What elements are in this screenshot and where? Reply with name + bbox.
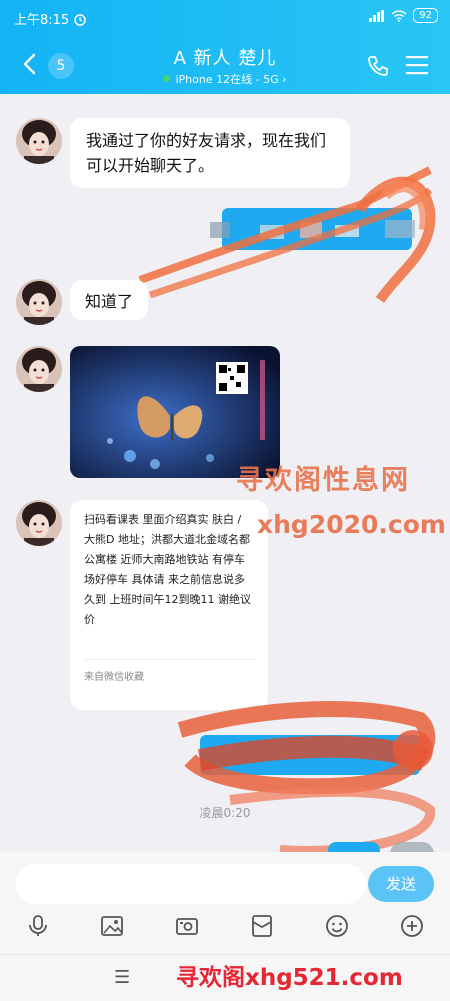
input-toolbar — [0, 914, 450, 954]
avatar[interactable] — [16, 346, 62, 392]
presence-chevron: › — [282, 73, 287, 86]
red-packet-icon[interactable] — [250, 914, 274, 938]
status-time: 上午8:15 — [14, 13, 70, 28]
message-bubble[interactable]: 知道了 — [70, 280, 149, 320]
message-timestamp: 凌晨0:20 — [199, 806, 251, 820]
input-bar: 发送 — [0, 852, 450, 914]
message-input[interactable] — [16, 864, 366, 904]
avatar[interactable] — [16, 118, 62, 164]
redacted-message-scribble — [138, 166, 436, 303]
watermark: xhg2020.com — [257, 510, 446, 539]
emoji-icon[interactable] — [325, 914, 349, 938]
card-body: 扫码看课表 里面介绍真实 肤白 / 大熊D 地址；洪都大道北金域名都公寓楼 近师… — [84, 513, 251, 626]
alarm-icon — [74, 13, 86, 26]
online-dot-icon — [163, 75, 171, 82]
watermark: 寻欢阁xhg521.com — [176, 965, 403, 991]
avatar[interactable] — [16, 500, 62, 546]
wifi-icon — [391, 9, 407, 22]
microphone-icon[interactable] — [26, 914, 50, 938]
battery-indicator: 92 — [413, 8, 438, 23]
avatar[interactable] — [16, 279, 62, 325]
image-icon[interactable] — [100, 914, 124, 938]
watermark: 寻欢阁性息网 — [236, 465, 410, 496]
menu-icon[interactable] — [406, 55, 428, 75]
card-source: 来自微信收藏 — [84, 659, 254, 688]
chat-header: 上午8:15 92 5 A 新人 楚儿 iPhone 12在线 - 5G › — [0, 0, 450, 94]
camera-icon[interactable] — [175, 914, 199, 938]
menu-icon[interactable]: ☰ — [114, 967, 130, 988]
signal-icon — [369, 9, 385, 22]
favorite-card-message[interactable]: 扫码看课表 里面介绍真实 肤白 / 大熊D 地址；洪都大道北金域名都公寓楼 近师… — [70, 500, 268, 710]
plus-circle-icon[interactable] — [400, 914, 424, 938]
status-bar: 上午8:15 92 — [0, 0, 450, 34]
send-button[interactable]: 发送 — [368, 866, 434, 902]
phone-icon[interactable] — [366, 54, 390, 78]
